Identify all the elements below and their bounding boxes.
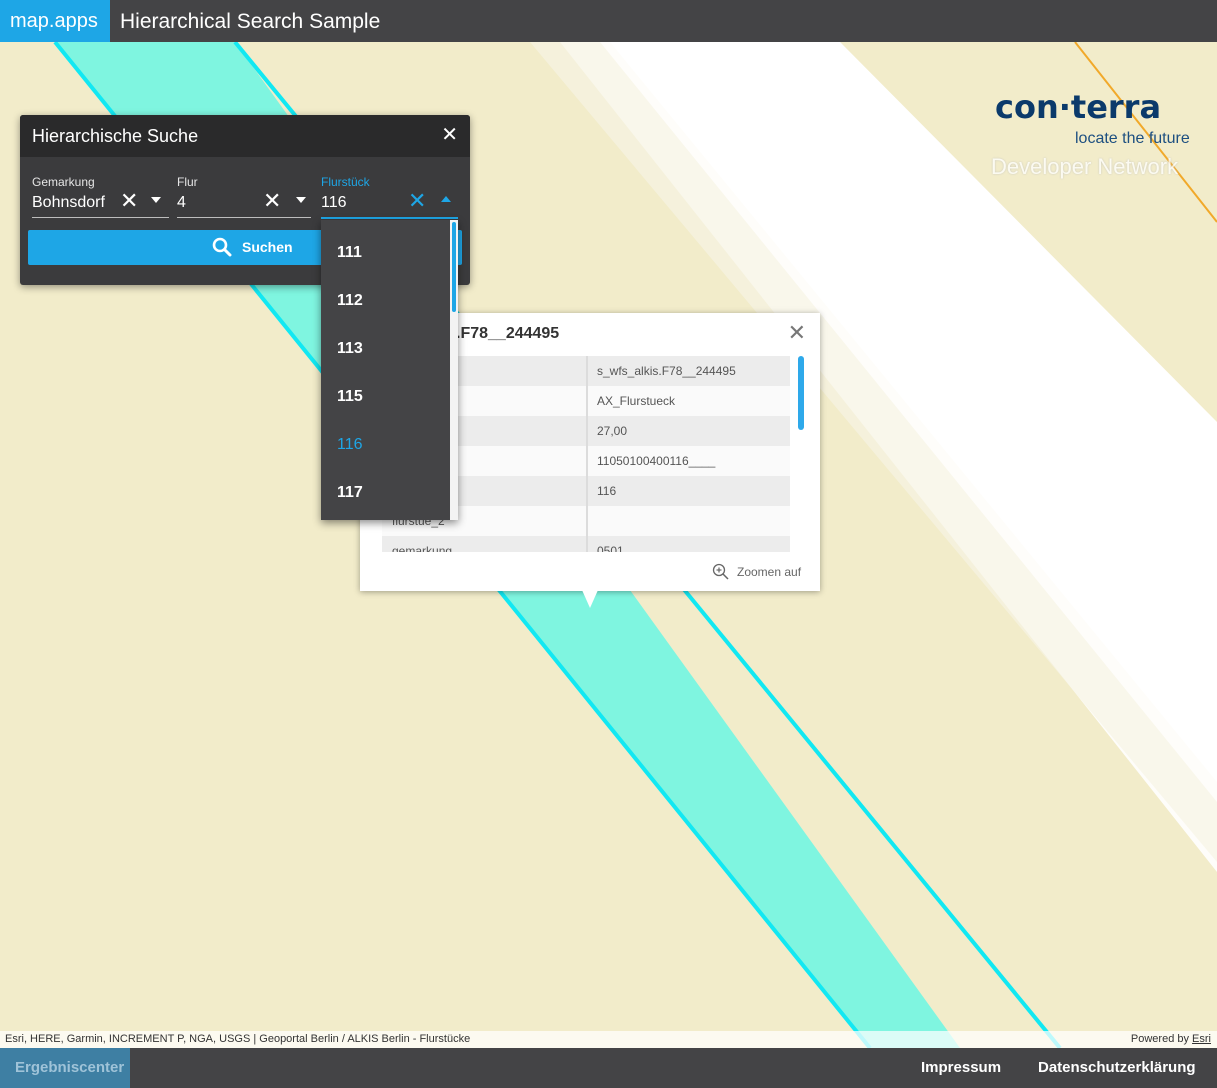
chevron-up-icon[interactable]: [441, 196, 451, 202]
dropdown-option[interactable]: 115: [337, 388, 363, 406]
flur-label: Flur: [177, 175, 198, 189]
dropdown-option[interactable]: 111: [337, 244, 362, 262]
flurstueck-dropdown-list[interactable]: 111 112 113 115 116 117: [321, 220, 458, 520]
logo-developer-network: Developer Network: [991, 154, 1179, 179]
clear-icon[interactable]: ✕: [263, 190, 281, 212]
popup-scrollbar[interactable]: [798, 356, 804, 430]
chevron-down-icon[interactable]: [296, 197, 306, 203]
app-brand[interactable]: map.apps: [0, 0, 110, 42]
gemarkung-select[interactable]: Gemarkung Bohnsdorf ✕: [32, 175, 169, 219]
field-underline: [32, 217, 169, 218]
logo-tagline: locate the future: [1075, 130, 1190, 147]
column-divider: [586, 356, 588, 552]
attribute-value: 0501: [597, 544, 624, 552]
popup-pointer: [582, 590, 598, 608]
zoom-to-label: Zoomen auf: [737, 564, 802, 579]
app-title: Hierarchical Search Sample: [120, 10, 381, 33]
top-bar: map.apps Hierarchical Search Sample: [0, 0, 1217, 42]
attribution-text: Esri, HERE, Garmin, INCREMENT P, NGA, US…: [5, 1033, 471, 1045]
attribute-value: s_wfs_alkis.F78__244495: [597, 364, 736, 378]
attribute-value: AX_Flurstueck: [597, 394, 676, 408]
zoom-to-link[interactable]: Zoomen auf: [712, 563, 801, 580]
attribute-value: 11050100400116____: [597, 454, 716, 468]
dropdown-option-selected[interactable]: 116: [337, 436, 363, 454]
dropdown-option[interactable]: 113: [337, 340, 363, 358]
chevron-down-icon[interactable]: [151, 197, 161, 203]
logo-wordmark: con·terra: [995, 88, 1162, 126]
flurstueck-label: Flurstück: [321, 175, 370, 189]
flur-value[interactable]: 4: [177, 194, 186, 212]
clear-icon[interactable]: ✕: [120, 190, 138, 212]
gemarkung-value[interactable]: Bohnsdorf: [32, 194, 105, 212]
clear-icon[interactable]: ✕: [408, 190, 426, 212]
search-button-label: Suchen: [242, 239, 293, 255]
zoom-in-icon: [712, 563, 729, 580]
attribute-key: gemarkung: [392, 544, 453, 552]
dialog-header[interactable]: Hierarchische Suche ✕: [20, 115, 470, 157]
field-underline: [321, 217, 458, 219]
flur-select[interactable]: Flur 4 ✕: [177, 175, 311, 219]
bottom-bar: Ergebniscenter Impressum Datenschutzerkl…: [0, 1048, 1217, 1088]
close-icon[interactable]: ✕: [441, 125, 458, 145]
search-icon: [212, 237, 232, 257]
powered-by-label: Powered by: [1130, 1033, 1189, 1045]
privacy-link[interactable]: Datenschutzerklärung: [1038, 1059, 1196, 1076]
flurstueck-select[interactable]: Flurstück 116 ✕: [321, 175, 458, 219]
esri-link[interactable]: Esri: [1192, 1033, 1211, 1045]
map-attribution: Esri, HERE, Garmin, INCREMENT P, NGA, US…: [0, 1031, 1217, 1048]
gemarkung-label: Gemarkung: [32, 175, 95, 189]
close-icon[interactable]: ✕: [788, 322, 806, 344]
dropdown-scroll-thumb[interactable]: [452, 222, 456, 312]
dropdown-option[interactable]: 117: [337, 484, 363, 502]
dialog-title: Hierarchische Suche: [32, 126, 199, 146]
powered-by: Powered by Esri: [1131, 1033, 1211, 1045]
results-center-tab[interactable]: Ergebniscenter: [0, 1048, 130, 1088]
flurstueck-value[interactable]: 116: [321, 194, 347, 212]
dropdown-option[interactable]: 112: [337, 292, 363, 310]
popup-title: .F78__244495: [456, 325, 560, 342]
attribute-value: 116: [597, 484, 617, 498]
attribute-value: 27,00: [597, 424, 628, 438]
impressum-link[interactable]: Impressum: [921, 1059, 1001, 1076]
field-underline: [177, 217, 311, 218]
dropdown-scrollbar[interactable]: [450, 220, 458, 520]
